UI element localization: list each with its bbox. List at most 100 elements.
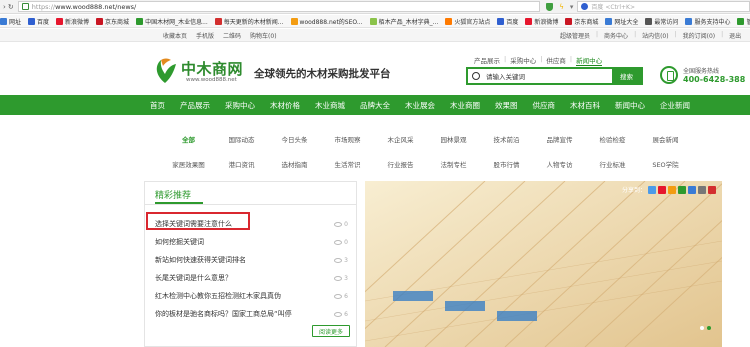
search-button[interactable]: 搜索 xyxy=(612,69,641,83)
bookmark-item[interactable]: 百度 xyxy=(28,17,49,26)
share-icon[interactable] xyxy=(648,185,656,194)
main-nav-item[interactable]: 采购中心 xyxy=(225,100,255,111)
bookmark-item[interactable]: 新浪微博 xyxy=(525,17,558,26)
main-nav-item[interactable]: 首页 xyxy=(150,100,165,111)
bookmark-item[interactable]: 京东商城 xyxy=(96,17,129,26)
bookmark-item[interactable]: 每天更新的木材新闻... xyxy=(214,17,284,26)
category-tag[interactable]: 技术前沿 xyxy=(480,134,533,144)
category-tag[interactable]: SEO学院 xyxy=(639,159,692,169)
share-icon[interactable] xyxy=(698,185,706,194)
share-icon[interactable] xyxy=(708,185,716,194)
topbar-account-link[interactable]: 我的订阅(0) xyxy=(683,31,716,40)
feed-item[interactable]: 你的板材是驰名商标吗？国家工商总局“叫停 6 xyxy=(155,305,348,323)
bookmark-item[interactable]: 网址 xyxy=(0,17,21,26)
main-nav-item[interactable]: 木业商城 xyxy=(315,100,345,111)
topbar-link[interactable]: 二维码 xyxy=(223,31,241,40)
chevron-down-icon[interactable]: ▾ xyxy=(570,3,574,11)
share-icon[interactable] xyxy=(678,185,686,194)
topbar-link[interactable]: 手机版 xyxy=(196,31,214,40)
bookmark-item[interactable]: 管理中心 - 中木 xyxy=(737,17,750,26)
category-tag[interactable]: 选材指南 xyxy=(268,159,321,169)
quick-link[interactable]: 新闻中心 xyxy=(576,55,603,66)
feed-item-title[interactable]: 红木检测中心教你五招检测红木家具真伪 xyxy=(155,291,281,301)
search-input[interactable]: 请输入关键词 xyxy=(486,71,612,81)
feed-item[interactable]: 长尾关键词是什么意思？ 3 xyxy=(155,269,348,287)
category-tag[interactable]: 品牌宣传 xyxy=(533,134,586,144)
main-nav-item[interactable]: 木材百科 xyxy=(570,100,600,111)
slider-dot[interactable] xyxy=(700,326,704,330)
category-tag[interactable]: 港口资讯 xyxy=(215,159,268,169)
category-tag[interactable]: 展会新闻 xyxy=(639,134,692,144)
bookmark-item[interactable]: 新浪微博 xyxy=(56,17,89,26)
feed-item-title[interactable]: 长尾关键词是什么意思？ xyxy=(155,273,232,283)
logo-title[interactable]: 中木商网 xyxy=(181,58,243,79)
share-icon[interactable] xyxy=(658,185,666,194)
feed-item-title[interactable]: 你的板材是驰名商标吗？国家工商总局“叫停 xyxy=(155,309,292,319)
feed-item[interactable]: 红木检测中心教你五招检测红木家具真伪 6 xyxy=(155,287,348,305)
category-tag[interactable]: 国际动态 xyxy=(215,134,268,144)
bookmark-label: 百度 xyxy=(37,18,50,26)
category-tag[interactable]: 人物专访 xyxy=(533,159,586,169)
category-tag[interactable]: 今日头条 xyxy=(268,134,321,144)
feed-item-title[interactable]: 如何挖掘关键词 xyxy=(155,237,204,247)
bookmark-item[interactable]: 火狐官方站点 xyxy=(445,17,490,26)
logo-leaf-icon[interactable] xyxy=(152,56,178,84)
quick-link[interactable]: 供应商 xyxy=(546,55,566,66)
quick-link[interactable]: 产品展示 xyxy=(474,55,500,66)
category-tag[interactable]: 木企风采 xyxy=(374,134,427,144)
feed-item[interactable]: 如何挖掘关键词 0 xyxy=(155,233,348,251)
bookmark-item[interactable]: 京东商城 xyxy=(565,17,598,26)
view-count: 3 xyxy=(334,257,348,264)
feed-item[interactable]: 新站如何快速获得关键词排名 3 xyxy=(155,251,348,269)
bookmark-item[interactable]: 最常访问 xyxy=(645,17,678,26)
main-nav-item[interactable]: 品牌大全 xyxy=(360,100,390,111)
category-tag[interactable]: 生活常识 xyxy=(321,159,374,169)
main-nav-item[interactable]: 木业商圈 xyxy=(450,100,480,111)
address-bar-actions: ϟ ▾ xyxy=(546,2,574,11)
main-nav-item[interactable]: 企业新闻 xyxy=(660,100,690,111)
bookmark-item[interactable]: wood888.net的SEO... xyxy=(290,17,363,26)
bookmark-item[interactable]: 中国木材网_木业信息... xyxy=(136,17,208,26)
share-icon[interactable] xyxy=(668,185,676,194)
topbar-account-link[interactable]: 商务中心 xyxy=(604,31,628,40)
main-nav-item[interactable]: 供应商 xyxy=(533,100,556,111)
main-nav-item[interactable]: 新闻中心 xyxy=(615,100,645,111)
category-tag[interactable]: 检验检疫 xyxy=(586,134,639,144)
category-tag[interactable]: 家居效果图 xyxy=(162,159,215,169)
forward-icon[interactable]: › xyxy=(3,3,6,11)
category-tag[interactable]: 园林景观 xyxy=(427,134,480,144)
topbar-account-link[interactable]: 超级管理员 xyxy=(560,31,590,40)
bookmark-label: 中国木材网_木业信息... xyxy=(145,18,208,26)
category-tag[interactable]: 行业报告 xyxy=(374,159,427,169)
topbar-link[interactable]: 收藏本页 xyxy=(163,31,187,40)
main-nav-item[interactable]: 产品展示 xyxy=(180,100,210,111)
browser-search-box[interactable]: 百度 <Ctrl+K> xyxy=(577,1,750,12)
hero-wood-image[interactable]: 分享到： xyxy=(365,181,722,347)
bookmark-label: 新浪微博 xyxy=(534,18,559,26)
bookmark-item[interactable]: 网址大全 xyxy=(605,17,638,26)
lightning-icon[interactable]: ϟ xyxy=(559,3,564,11)
share-icon[interactable] xyxy=(688,185,696,194)
category-tag[interactable]: 市场观察 xyxy=(321,134,374,144)
category-tag[interactable]: 行业标准 xyxy=(586,159,639,169)
quick-link[interactable]: 采购中心 xyxy=(510,55,536,66)
bookmark-item[interactable]: 栢木产品_木材字典_... xyxy=(369,17,438,26)
category-tag[interactable]: 全部 xyxy=(162,134,215,144)
topbar-link[interactable]: 购物车(0) xyxy=(250,31,277,40)
bookmark-item[interactable]: 服务支持中心 xyxy=(685,17,730,26)
topbar-account-link[interactable]: 退出 xyxy=(729,31,741,40)
topbar-account-link[interactable]: 站内信(0) xyxy=(642,31,669,40)
main-nav-item[interactable]: 木业展会 xyxy=(405,100,435,111)
bookmark-item[interactable]: 百度 xyxy=(497,17,518,26)
category-tag[interactable]: 股市行情 xyxy=(480,159,533,169)
category-tag[interactable]: 法制专栏 xyxy=(427,159,480,169)
shield-icon[interactable] xyxy=(546,2,554,11)
hotline-label: 全国服务热线 xyxy=(683,68,720,75)
feed-item-title[interactable]: 新站如何快速获得关键词排名 xyxy=(155,255,246,265)
main-nav-item[interactable]: 效果图 xyxy=(495,100,518,111)
read-more-button[interactable]: 阅读更多 xyxy=(312,325,350,337)
slider-dot[interactable] xyxy=(707,326,711,330)
address-bar[interactable]: https://www.wood888.net/news/ xyxy=(17,1,541,12)
main-nav-item[interactable]: 木材价格 xyxy=(270,100,300,111)
reload-icon[interactable]: ↻ xyxy=(8,3,14,11)
